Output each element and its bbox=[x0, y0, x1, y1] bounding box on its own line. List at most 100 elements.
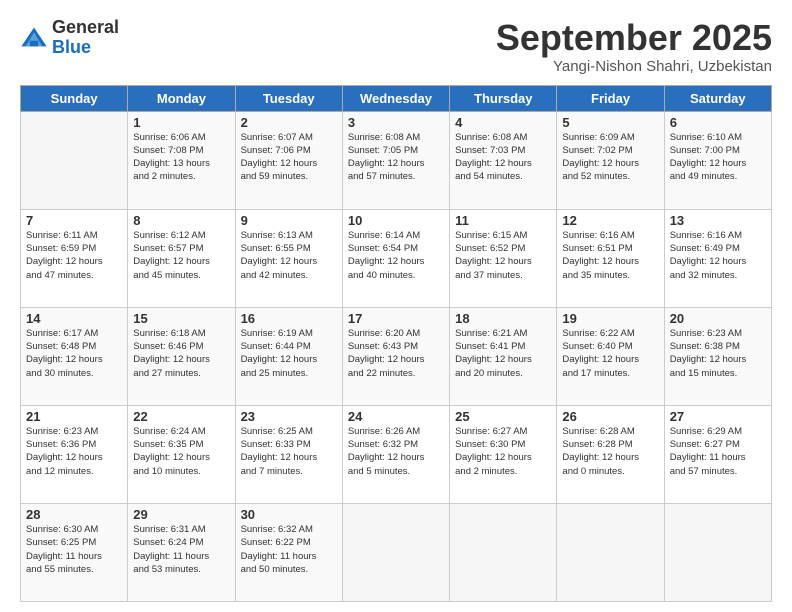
day-info: Sunrise: 6:23 AM Sunset: 6:38 PM Dayligh… bbox=[670, 327, 766, 380]
day-number: 27 bbox=[670, 409, 766, 424]
calendar-cell: 6Sunrise: 6:10 AM Sunset: 7:00 PM Daylig… bbox=[664, 111, 771, 209]
calendar-cell: 27Sunrise: 6:29 AM Sunset: 6:27 PM Dayli… bbox=[664, 405, 771, 503]
day-number: 17 bbox=[348, 311, 444, 326]
calendar-header-row: SundayMondayTuesdayWednesdayThursdayFrid… bbox=[21, 85, 772, 111]
day-info: Sunrise: 6:16 AM Sunset: 6:49 PM Dayligh… bbox=[670, 229, 766, 282]
day-info: Sunrise: 6:13 AM Sunset: 6:55 PM Dayligh… bbox=[241, 229, 337, 282]
day-number: 2 bbox=[241, 115, 337, 130]
day-info: Sunrise: 6:18 AM Sunset: 6:46 PM Dayligh… bbox=[133, 327, 229, 380]
calendar-cell: 5Sunrise: 6:09 AM Sunset: 7:02 PM Daylig… bbox=[557, 111, 664, 209]
day-number: 25 bbox=[455, 409, 551, 424]
day-number: 28 bbox=[26, 507, 122, 522]
calendar-cell bbox=[21, 111, 128, 209]
logo-general-text: General bbox=[52, 18, 119, 38]
day-number: 24 bbox=[348, 409, 444, 424]
header: General Blue September 2025 Yangi-Nishon… bbox=[20, 18, 772, 75]
calendar-cell bbox=[557, 503, 664, 601]
calendar-cell: 22Sunrise: 6:24 AM Sunset: 6:35 PM Dayli… bbox=[128, 405, 235, 503]
day-info: Sunrise: 6:17 AM Sunset: 6:48 PM Dayligh… bbox=[26, 327, 122, 380]
calendar-cell: 18Sunrise: 6:21 AM Sunset: 6:41 PM Dayli… bbox=[450, 307, 557, 405]
logo: General Blue bbox=[20, 18, 119, 58]
day-number: 14 bbox=[26, 311, 122, 326]
day-number: 15 bbox=[133, 311, 229, 326]
day-info: Sunrise: 6:19 AM Sunset: 6:44 PM Dayligh… bbox=[241, 327, 337, 380]
day-info: Sunrise: 6:08 AM Sunset: 7:03 PM Dayligh… bbox=[455, 131, 551, 184]
month-title: September 2025 bbox=[496, 18, 772, 58]
day-info: Sunrise: 6:07 AM Sunset: 7:06 PM Dayligh… bbox=[241, 131, 337, 184]
day-info: Sunrise: 6:21 AM Sunset: 6:41 PM Dayligh… bbox=[455, 327, 551, 380]
day-info: Sunrise: 6:08 AM Sunset: 7:05 PM Dayligh… bbox=[348, 131, 444, 184]
day-info: Sunrise: 6:26 AM Sunset: 6:32 PM Dayligh… bbox=[348, 425, 444, 478]
calendar-cell: 1Sunrise: 6:06 AM Sunset: 7:08 PM Daylig… bbox=[128, 111, 235, 209]
calendar-cell: 12Sunrise: 6:16 AM Sunset: 6:51 PM Dayli… bbox=[557, 209, 664, 307]
calendar-cell: 25Sunrise: 6:27 AM Sunset: 6:30 PM Dayli… bbox=[450, 405, 557, 503]
calendar-week-row: 14Sunrise: 6:17 AM Sunset: 6:48 PM Dayli… bbox=[21, 307, 772, 405]
logo-icon bbox=[20, 24, 48, 52]
calendar-cell: 24Sunrise: 6:26 AM Sunset: 6:32 PM Dayli… bbox=[342, 405, 449, 503]
day-info: Sunrise: 6:31 AM Sunset: 6:24 PM Dayligh… bbox=[133, 523, 229, 576]
calendar-cell: 3Sunrise: 6:08 AM Sunset: 7:05 PM Daylig… bbox=[342, 111, 449, 209]
title-block: September 2025 Yangi-Nishon Shahri, Uzbe… bbox=[496, 18, 772, 75]
calendar-cell: 13Sunrise: 6:16 AM Sunset: 6:49 PM Dayli… bbox=[664, 209, 771, 307]
day-number: 8 bbox=[133, 213, 229, 228]
day-number: 19 bbox=[562, 311, 658, 326]
day-info: Sunrise: 6:27 AM Sunset: 6:30 PM Dayligh… bbox=[455, 425, 551, 478]
day-number: 22 bbox=[133, 409, 229, 424]
day-number: 5 bbox=[562, 115, 658, 130]
day-number: 16 bbox=[241, 311, 337, 326]
calendar-cell: 2Sunrise: 6:07 AM Sunset: 7:06 PM Daylig… bbox=[235, 111, 342, 209]
calendar-cell: 26Sunrise: 6:28 AM Sunset: 6:28 PM Dayli… bbox=[557, 405, 664, 503]
page: General Blue September 2025 Yangi-Nishon… bbox=[0, 0, 792, 612]
calendar-day-header: Friday bbox=[557, 85, 664, 111]
calendar-cell: 9Sunrise: 6:13 AM Sunset: 6:55 PM Daylig… bbox=[235, 209, 342, 307]
day-number: 10 bbox=[348, 213, 444, 228]
calendar-cell: 17Sunrise: 6:20 AM Sunset: 6:43 PM Dayli… bbox=[342, 307, 449, 405]
day-info: Sunrise: 6:32 AM Sunset: 6:22 PM Dayligh… bbox=[241, 523, 337, 576]
logo-text: General Blue bbox=[52, 18, 119, 58]
calendar-cell: 8Sunrise: 6:12 AM Sunset: 6:57 PM Daylig… bbox=[128, 209, 235, 307]
day-info: Sunrise: 6:11 AM Sunset: 6:59 PM Dayligh… bbox=[26, 229, 122, 282]
calendar-day-header: Wednesday bbox=[342, 85, 449, 111]
day-number: 4 bbox=[455, 115, 551, 130]
calendar-cell: 30Sunrise: 6:32 AM Sunset: 6:22 PM Dayli… bbox=[235, 503, 342, 601]
day-number: 21 bbox=[26, 409, 122, 424]
calendar-cell bbox=[342, 503, 449, 601]
day-info: Sunrise: 6:29 AM Sunset: 6:27 PM Dayligh… bbox=[670, 425, 766, 478]
calendar-cell: 19Sunrise: 6:22 AM Sunset: 6:40 PM Dayli… bbox=[557, 307, 664, 405]
day-number: 18 bbox=[455, 311, 551, 326]
calendar-cell: 21Sunrise: 6:23 AM Sunset: 6:36 PM Dayli… bbox=[21, 405, 128, 503]
logo-blue-text: Blue bbox=[52, 38, 119, 58]
calendar-cell: 11Sunrise: 6:15 AM Sunset: 6:52 PM Dayli… bbox=[450, 209, 557, 307]
calendar-cell: 29Sunrise: 6:31 AM Sunset: 6:24 PM Dayli… bbox=[128, 503, 235, 601]
day-info: Sunrise: 6:12 AM Sunset: 6:57 PM Dayligh… bbox=[133, 229, 229, 282]
day-number: 30 bbox=[241, 507, 337, 522]
day-info: Sunrise: 6:15 AM Sunset: 6:52 PM Dayligh… bbox=[455, 229, 551, 282]
calendar-day-header: Tuesday bbox=[235, 85, 342, 111]
day-number: 13 bbox=[670, 213, 766, 228]
calendar-week-row: 1Sunrise: 6:06 AM Sunset: 7:08 PM Daylig… bbox=[21, 111, 772, 209]
day-info: Sunrise: 6:22 AM Sunset: 6:40 PM Dayligh… bbox=[562, 327, 658, 380]
location: Yangi-Nishon Shahri, Uzbekistan bbox=[496, 58, 772, 75]
calendar-day-header: Saturday bbox=[664, 85, 771, 111]
day-info: Sunrise: 6:30 AM Sunset: 6:25 PM Dayligh… bbox=[26, 523, 122, 576]
day-number: 9 bbox=[241, 213, 337, 228]
calendar-cell: 20Sunrise: 6:23 AM Sunset: 6:38 PM Dayli… bbox=[664, 307, 771, 405]
day-info: Sunrise: 6:24 AM Sunset: 6:35 PM Dayligh… bbox=[133, 425, 229, 478]
calendar-day-header: Monday bbox=[128, 85, 235, 111]
day-info: Sunrise: 6:28 AM Sunset: 6:28 PM Dayligh… bbox=[562, 425, 658, 478]
calendar-table: SundayMondayTuesdayWednesdayThursdayFrid… bbox=[20, 85, 772, 602]
day-info: Sunrise: 6:09 AM Sunset: 7:02 PM Dayligh… bbox=[562, 131, 658, 184]
day-number: 1 bbox=[133, 115, 229, 130]
day-number: 7 bbox=[26, 213, 122, 228]
calendar-cell: 15Sunrise: 6:18 AM Sunset: 6:46 PM Dayli… bbox=[128, 307, 235, 405]
calendar-cell: 16Sunrise: 6:19 AM Sunset: 6:44 PM Dayli… bbox=[235, 307, 342, 405]
day-number: 3 bbox=[348, 115, 444, 130]
calendar-cell: 14Sunrise: 6:17 AM Sunset: 6:48 PM Dayli… bbox=[21, 307, 128, 405]
calendar-week-row: 7Sunrise: 6:11 AM Sunset: 6:59 PM Daylig… bbox=[21, 209, 772, 307]
day-number: 11 bbox=[455, 213, 551, 228]
day-number: 23 bbox=[241, 409, 337, 424]
calendar-cell bbox=[450, 503, 557, 601]
day-info: Sunrise: 6:06 AM Sunset: 7:08 PM Dayligh… bbox=[133, 131, 229, 184]
calendar-cell: 23Sunrise: 6:25 AM Sunset: 6:33 PM Dayli… bbox=[235, 405, 342, 503]
day-info: Sunrise: 6:14 AM Sunset: 6:54 PM Dayligh… bbox=[348, 229, 444, 282]
